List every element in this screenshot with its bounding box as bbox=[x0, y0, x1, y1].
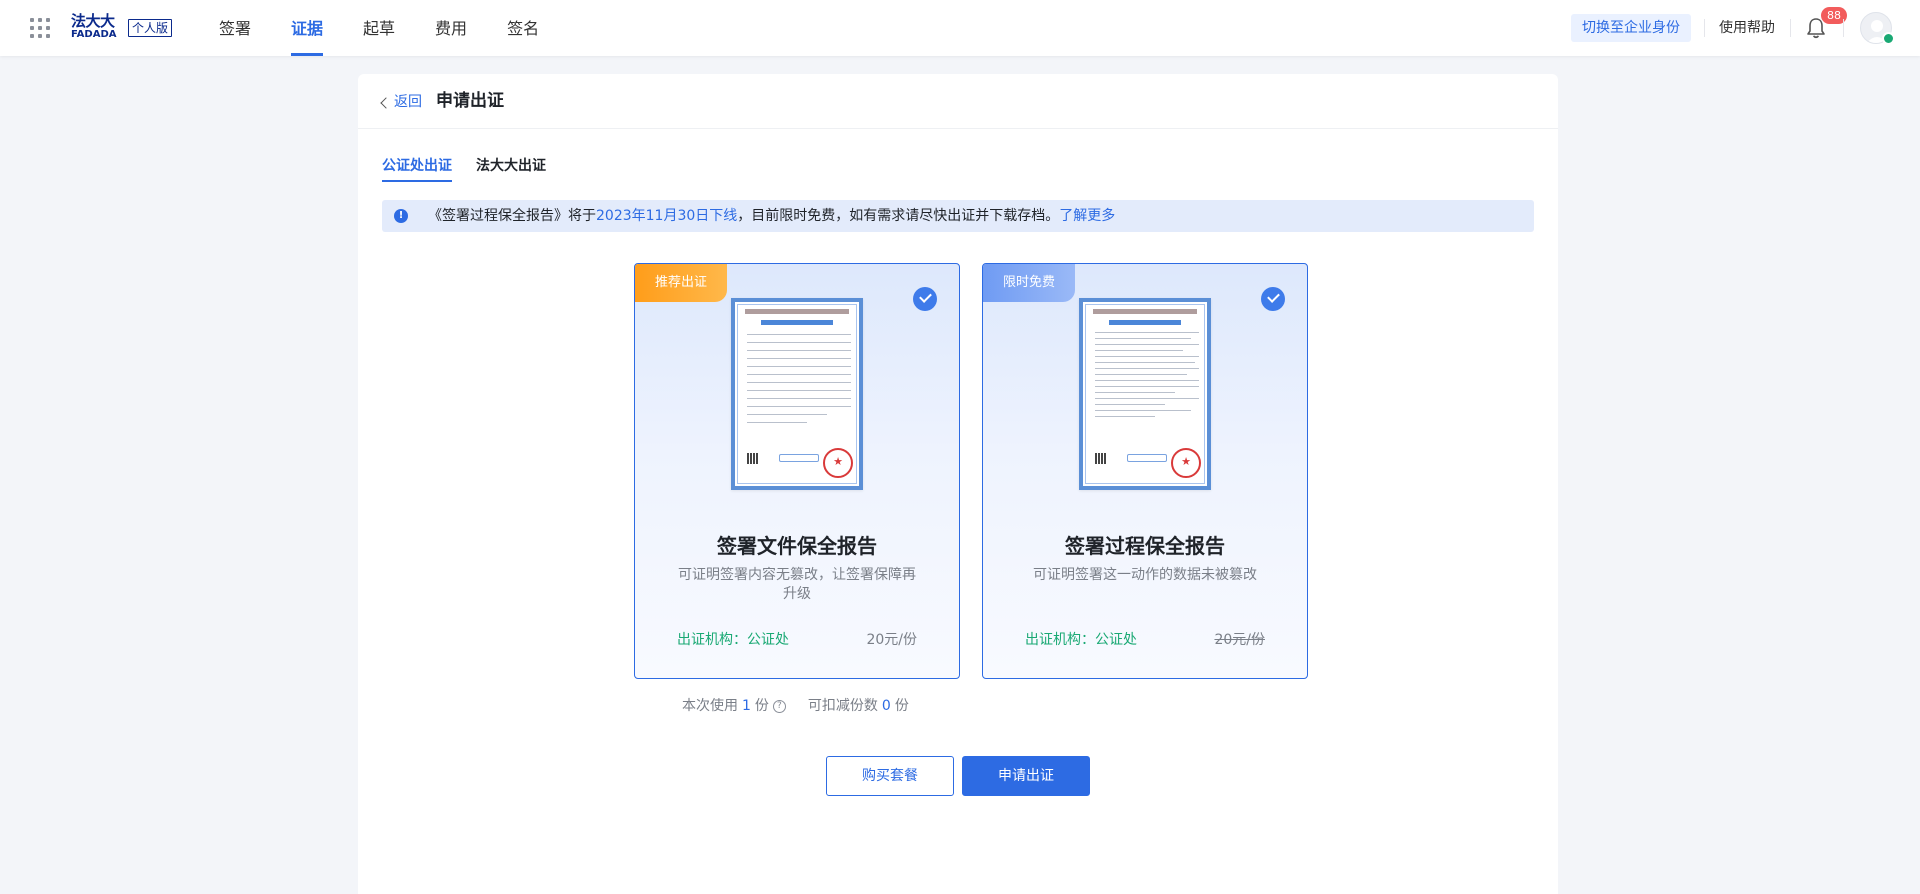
divider bbox=[1790, 19, 1791, 37]
card-header: 返回 申请出证 bbox=[358, 74, 1558, 129]
stamp-icon bbox=[823, 448, 853, 478]
help-circle-icon[interactable]: ? bbox=[772, 699, 786, 713]
apps-grid-icon[interactable] bbox=[30, 18, 50, 38]
tabs: 公证处出证 法大大出证 bbox=[382, 156, 570, 182]
logo-cn: 法大大 bbox=[71, 12, 115, 30]
main-nav: 签署 证据 起草 费用 签名 bbox=[219, 0, 579, 56]
option-description: 可证明签署内容无篡改，让签署保障再升级 bbox=[678, 567, 916, 602]
option-title: 签署过程保全报告 bbox=[1065, 534, 1225, 558]
deduct-count: 0 bbox=[881, 698, 891, 714]
usage-info: 本次使用 1 份 ? 可扣减份数 0 份 bbox=[682, 696, 909, 716]
back-label: 返回 bbox=[394, 94, 422, 110]
chevron-left-icon bbox=[380, 96, 392, 109]
nav-item-evidence[interactable]: 证据 bbox=[291, 0, 324, 56]
page-title: 申请出证 bbox=[436, 91, 504, 111]
certificate-preview bbox=[731, 298, 863, 490]
use-label: 本次使用 bbox=[682, 698, 738, 714]
checked-icon[interactable] bbox=[1261, 287, 1285, 311]
option-price: 20元/份 bbox=[866, 632, 917, 648]
switch-identity-button[interactable]: 切换至企业身份 bbox=[1571, 14, 1691, 42]
qr-code-icon bbox=[747, 453, 758, 464]
certificate-preview bbox=[1079, 298, 1211, 490]
nav-item-signature[interactable]: 签名 bbox=[507, 0, 539, 56]
notice-banner: ! 《签署过程保全报告》将于2023年11月30日下线，目前限时免费，如有需求请… bbox=[382, 200, 1534, 232]
edition-badge: 个人版 bbox=[128, 19, 173, 37]
option-card-process-report[interactable]: 限时免费 签署过程保全报告 可证明签署这一动作的数据未被篡改 出证 bbox=[982, 263, 1308, 679]
nav-item-fees[interactable]: 费用 bbox=[435, 0, 467, 56]
qr-code-icon bbox=[1095, 453, 1106, 464]
back-button[interactable]: 返回 bbox=[380, 92, 422, 112]
notice-text-after: ，目前限时免费，如有需求请尽快出证并下载存档。 bbox=[737, 208, 1060, 224]
tab-fadada[interactable]: 法大大出证 bbox=[476, 156, 546, 182]
top-bar: 法大大 FADADA 个人版 签署 证据 起草 费用 签名 切换至企业身份 使用… bbox=[0, 0, 1920, 56]
ribbon-recommended: 推荐出证 bbox=[635, 264, 728, 302]
buy-package-button[interactable]: 购买套餐 bbox=[826, 756, 954, 796]
nav-item-draft[interactable]: 起草 bbox=[363, 0, 395, 56]
checked-icon[interactable] bbox=[913, 287, 937, 311]
apply-certificate-button[interactable]: 申请出证 bbox=[962, 756, 1090, 796]
logo[interactable]: 法大大 FADADA bbox=[71, 14, 123, 42]
option-title: 签署文件保全报告 bbox=[717, 534, 877, 558]
deduct-unit: 份 bbox=[894, 698, 909, 714]
use-count: 1 bbox=[742, 698, 751, 714]
stamp-icon bbox=[1171, 448, 1201, 478]
info-icon: ! bbox=[394, 209, 408, 223]
tab-notary[interactable]: 公证处出证 bbox=[382, 156, 452, 182]
notice-text-before: 《签署过程保全报告》将于 bbox=[428, 208, 596, 224]
notice-highlight: 2023年11月30日下线 bbox=[596, 208, 738, 224]
nav-item-sign[interactable]: 签署 bbox=[219, 0, 251, 56]
use-unit: 份 bbox=[754, 698, 769, 714]
deduct-label: 可扣减份数 bbox=[807, 698, 878, 714]
divider bbox=[1843, 19, 1844, 37]
logo-en: FADADA bbox=[71, 29, 117, 40]
ribbon-limited-free: 限时免费 bbox=[983, 264, 1076, 302]
learn-more-link[interactable]: 了解更多 bbox=[1059, 208, 1115, 224]
verified-icon bbox=[1882, 32, 1895, 45]
option-issuer: 出证机构：公证处 bbox=[677, 632, 789, 648]
option-card-file-report[interactable]: 推荐出证 签署文件保全报告 可证明签署内容无篡改，让签署保障再升级 出证机构：公… bbox=[634, 263, 960, 679]
divider bbox=[1704, 19, 1705, 37]
option-description: 可证明签署这一动作的数据未被篡改 bbox=[1033, 567, 1257, 583]
option-issuer: 出证机构：公证处 bbox=[1025, 632, 1137, 648]
option-price-struck: 20元/份 bbox=[1214, 632, 1265, 648]
help-link[interactable]: 使用帮助 bbox=[1719, 19, 1775, 37]
main-card: 返回 申请出证 公证处出证 法大大出证 ! 《签署过程保全报告》将于2023年1… bbox=[358, 74, 1558, 894]
